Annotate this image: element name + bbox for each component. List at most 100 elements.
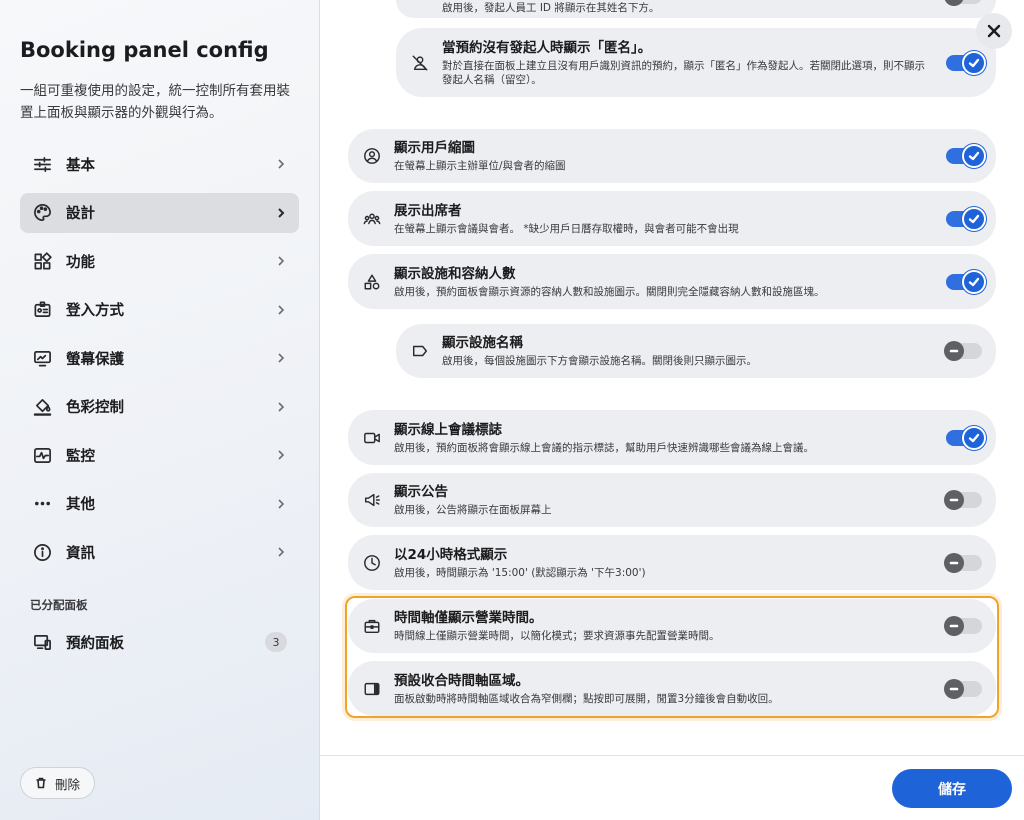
setting-title: 預設收合時間軸區域。: [394, 672, 529, 689]
toggle-off-icon: [944, 0, 964, 6]
check-icon: [962, 50, 986, 75]
setting-desc: 時間線上僅顯示營業時間，以簡化模式；要求資源事先配置營業時間。: [394, 630, 720, 642]
chevron-right-icon: [275, 401, 287, 413]
setting-desc: 啟用後，預約面板將會顯示線上會議的指示標誌，幫助用戶快速辨識哪些會議為線上會議。: [394, 441, 814, 454]
sidebar-item-monitoring[interactable]: 監控: [20, 435, 299, 475]
setting-toggle[interactable]: [946, 144, 986, 168]
sidebar-item-label: 預約面板: [66, 635, 124, 652]
chevron-right-icon: [275, 207, 287, 219]
sidebar-item-basic[interactable]: 基本: [20, 144, 299, 184]
setting-toggle[interactable]: [944, 552, 982, 573]
chevron-right-icon: [275, 158, 287, 170]
setting-toggle[interactable]: [944, 0, 982, 6]
setting-desc: 啟用後，每個設施圖示下方會顯示設施名稱。關閉後則只顯示圖示。: [442, 355, 757, 367]
delete-button[interactable]: 刪除: [20, 767, 96, 799]
setting-title: 顯示用戶縮圖: [394, 140, 475, 156]
user-off-icon: [410, 53, 430, 73]
sidebar-item-label: 色彩控制: [66, 400, 124, 416]
user-circle-icon: [362, 146, 382, 166]
sidebar-item-label: 螢幕保護: [66, 351, 124, 368]
sidebar-item-design[interactable]: 設計: [20, 192, 299, 233]
check-icon: [962, 425, 986, 450]
paint-bucket-icon: [32, 397, 52, 417]
assigned-section-title: 已分配面板: [30, 598, 88, 612]
monitor-icon: [32, 348, 52, 368]
toggle-off-icon: [944, 616, 964, 636]
shapes-icon: [362, 272, 382, 292]
more-icon: [32, 494, 52, 514]
setting-desc: 啟用後，預約面板會顯示資源的容納人數和設施圖示。關閉則完全隱藏容納人數和設施區塊…: [394, 285, 825, 298]
setting-toggle[interactable]: [946, 50, 986, 75]
setting-row-24h-format: 以24小時格式顯示 啟用後，時間顯示為 '15:00' (默認顯示為 '下午3:…: [348, 535, 996, 590]
setting-row-announcements: 顯示公告 啟用後，公告將顯示在面板屏幕上: [348, 473, 996, 527]
sidebar-item-label: 功能: [66, 254, 95, 271]
toggle-off-icon: [944, 490, 964, 510]
setting-row-attendees: 展示出席者 在螢幕上顯示會議與會者。 *缺少用戶日曆存取權時，與會者可能不會出現: [348, 191, 996, 246]
group-icon: [362, 209, 382, 229]
setting-row-online-meeting: 顯示線上會議標誌 啟用後，預約面板將會顯示線上會議的指示標誌，幫助用戶快速辨識哪…: [348, 410, 996, 465]
sidebar-nav: 基本 設計 功能 登入方式 螢幕保護 色彩控制 監控 其他 資訊: [20, 144, 299, 581]
chevron-right-icon: [275, 352, 287, 364]
sidebar-item-features[interactable]: 功能: [20, 241, 299, 281]
setting-title: 顯示公告: [394, 484, 448, 500]
setting-row-anonymous: 當預約沒有發起人時顯示「匿名」。 對於直接在面板上建立且沒有用戶識別資訊的預約，…: [396, 28, 996, 97]
close-button[interactable]: [976, 13, 1012, 49]
sidebar-item-label: 設計: [66, 206, 95, 222]
setting-row-collapse-timeline: 預設收合時間軸區域。 面板啟動時將時間軸區域收合為窄側欄；點按即可展開，閒置3分…: [348, 661, 996, 716]
sidebar-item-label: 基本: [66, 157, 95, 174]
sidebar-item-info[interactable]: 資訊: [20, 532, 299, 572]
briefcase-icon: [362, 616, 382, 636]
toggle-off-icon: [944, 552, 964, 573]
check-icon: [962, 206, 986, 231]
sidebar-item-booking-panel[interactable]: 預約面板 3: [20, 622, 299, 662]
save-button[interactable]: 儲存: [892, 769, 1012, 808]
badge-icon: [32, 300, 52, 320]
tag-icon: [410, 341, 430, 361]
chevron-right-icon: [275, 255, 287, 267]
setting-row-employee-id: 啟用後，發起人員工 ID 將顯示在其姓名下方。: [396, 0, 996, 18]
setting-title: 顯示設施名稱: [442, 335, 523, 351]
page-description: 一組可重複使用的設定，統一控制所有套用裝置上面板與顯示器的外觀與行為。: [20, 83, 290, 121]
panel-collapse-icon: [362, 679, 382, 699]
setting-toggle[interactable]: [944, 616, 982, 636]
setting-title: 顯示線上會議標誌: [394, 421, 502, 438]
setting-row-user-thumbnail: 顯示用戶縮圖 在螢幕上顯示主辦單位/與會者的縮圖: [348, 129, 996, 183]
setting-toggle[interactable]: [946, 269, 986, 294]
sidebar-item-screensaver[interactable]: 螢幕保護: [20, 338, 299, 378]
setting-title: 顯示設施和容納人數: [394, 265, 516, 282]
chevron-right-icon: [275, 449, 287, 461]
settings-list: 啟用後，發起人員工 ID 將顯示在其姓名下方。 當預約沒有發起人時顯示「匿名」。…: [320, 0, 1024, 755]
setting-toggle[interactable]: [944, 490, 982, 510]
sidebar-item-color-control[interactable]: 色彩控制: [20, 387, 299, 427]
setting-desc: 啟用後，發起人員工 ID 將顯示在其姓名下方。: [442, 2, 660, 14]
sidebar-item-label: 登入方式: [66, 303, 124, 319]
sidebar-item-label: 其他: [66, 497, 95, 513]
setting-title: 當預約沒有發起人時顯示「匿名」。: [442, 39, 652, 56]
assigned-nav: 預約面板 3: [20, 622, 299, 671]
setting-toggle[interactable]: [944, 341, 982, 361]
toggle-off-icon: [944, 678, 964, 699]
trash-icon: [36, 777, 46, 789]
setting-desc: 在螢幕上顯示會議與會者。 *缺少用戶日曆存取權時，與會者可能不會出現: [394, 222, 739, 235]
sidebar-item-other[interactable]: 其他: [20, 484, 299, 524]
page-title: Booking panel config: [20, 38, 269, 62]
check-icon: [962, 144, 986, 168]
setting-desc: 啟用後，時間顯示為 '15:00' (默認顯示為 '下午3:00'): [394, 566, 646, 579]
chevron-right-icon: [275, 546, 287, 558]
footer: 儲存: [320, 755, 1024, 820]
toggle-off-icon: [944, 341, 964, 361]
pulse-icon: [32, 445, 52, 465]
setting-toggle[interactable]: [946, 425, 986, 450]
close-icon: [987, 24, 1001, 38]
sidebar-item-label: 監控: [66, 448, 95, 465]
setting-row-business-hours: 時間軸僅顯示營業時間。 時間線上僅顯示營業時間，以簡化模式；要求資源事先配置營業…: [348, 599, 996, 653]
count-badge: 3: [265, 632, 287, 652]
chevron-right-icon: [275, 304, 287, 316]
setting-title: 展示出席者: [394, 202, 462, 219]
setting-row-facility-names: 顯示設施名稱 啟用後，每個設施圖示下方會顯示設施名稱。關閉後則只顯示圖示。: [396, 324, 996, 378]
setting-toggle[interactable]: [944, 678, 982, 699]
setting-row-facilities: 顯示設施和容納人數 啟用後，預約面板會顯示資源的容納人數和設施圖示。關閉則完全隱…: [348, 254, 996, 309]
sidebar-item-login[interactable]: 登入方式: [20, 290, 299, 330]
clock-icon: [362, 553, 382, 573]
setting-toggle[interactable]: [946, 206, 986, 231]
